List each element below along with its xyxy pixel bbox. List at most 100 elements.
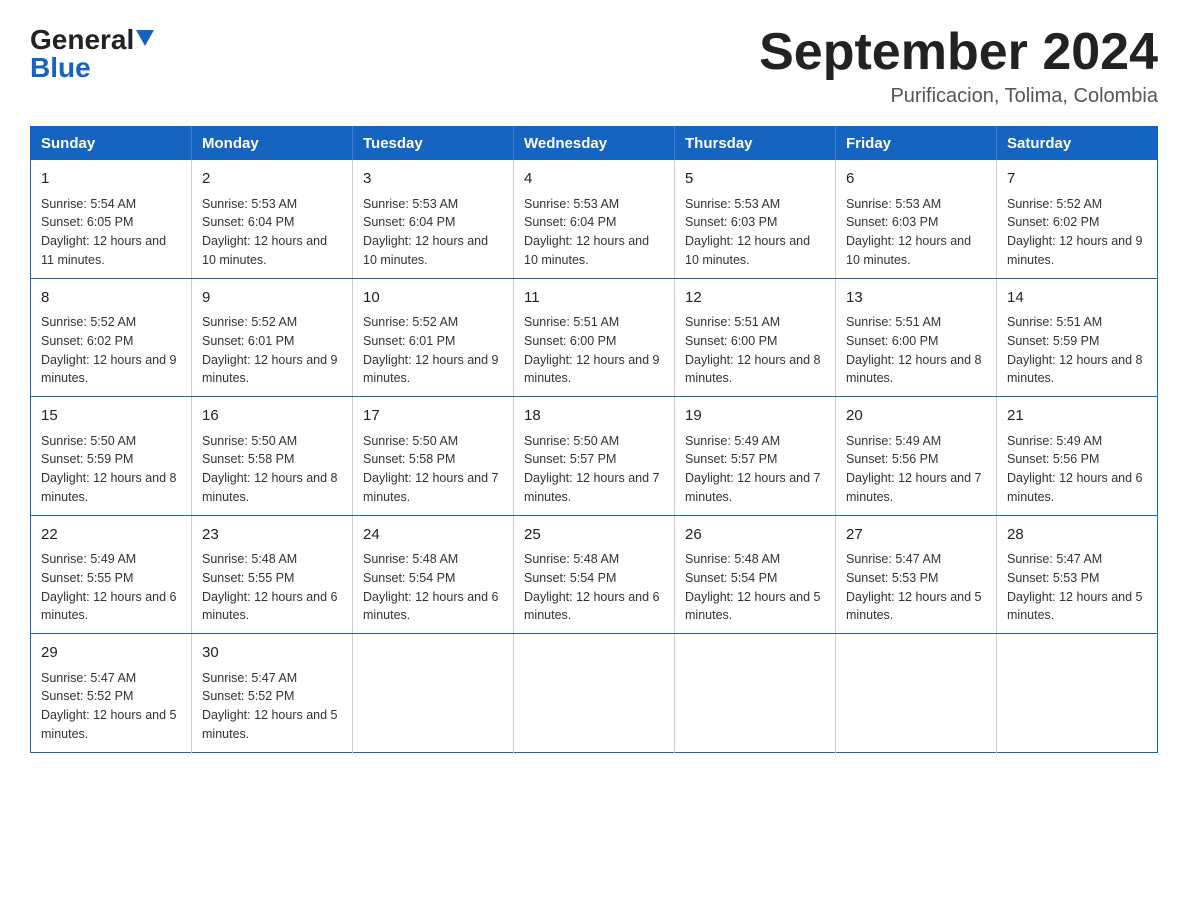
- calendar-cell: 13 Sunrise: 5:51 AMSunset: 6:00 PMDayligh…: [836, 278, 997, 397]
- calendar-cell: 25Sunrise: 5:48 AMSunset: 5:54 PMDayligh…: [514, 515, 675, 634]
- day-number: 17: [363, 405, 503, 428]
- day-number: 30: [202, 642, 342, 665]
- day-info: Sunrise: 5:50 AMSunset: 5:58 PMDaylight:…: [202, 434, 338, 504]
- calendar-cell: 5 Sunrise: 5:53 AMSunset: 6:03 PMDaylight…: [675, 160, 836, 278]
- day-number: 12: [685, 287, 825, 310]
- day-number: 23: [202, 524, 342, 547]
- day-info: Sunrise: 5:48 AMSunset: 5:54 PMDaylight:…: [524, 552, 660, 622]
- calendar-cell: 2Sunrise: 5:53 AMSunset: 6:04 PMDaylight…: [192, 160, 353, 278]
- week-row-3: 15 Sunrise: 5:50 AMSunset: 5:59 PMDayligh…: [31, 397, 1158, 516]
- calendar-cell: 20 Sunrise: 5:49 AMSunset: 5:56 PMDayligh…: [836, 397, 997, 516]
- calendar-cell: 15 Sunrise: 5:50 AMSunset: 5:59 PMDayligh…: [31, 397, 192, 516]
- day-info: Sunrise: 5:52 AMSunset: 6:01 PMDaylight:…: [202, 315, 338, 385]
- day-number: 15: [41, 405, 181, 428]
- day-info: Sunrise: 5:47 AMSunset: 5:52 PMDaylight:…: [202, 671, 338, 741]
- day-info: Sunrise: 5:49 AMSunset: 5:55 PMDaylight:…: [41, 552, 177, 622]
- month-title: September 2024: [759, 24, 1158, 81]
- day-number: 22: [41, 524, 181, 547]
- day-number: 20: [846, 405, 986, 428]
- day-number: 26: [685, 524, 825, 547]
- day-number: 4: [524, 168, 664, 191]
- calendar-cell: [675, 634, 836, 753]
- calendar-cell: 12Sunrise: 5:51 AMSunset: 6:00 PMDayligh…: [675, 278, 836, 397]
- calendar-cell: 10 Sunrise: 5:52 AMSunset: 6:01 PMDayligh…: [353, 278, 514, 397]
- calendar-cell: [836, 634, 997, 753]
- day-info: Sunrise: 5:51 AMSunset: 6:00 PMDaylight:…: [524, 315, 660, 385]
- day-number: 8: [41, 287, 181, 310]
- day-info: Sunrise: 5:52 AMSunset: 6:02 PMDaylight:…: [41, 315, 177, 385]
- day-info: Sunrise: 5:53 AMSunset: 6:03 PMDaylight:…: [685, 197, 810, 267]
- day-number: 13: [846, 287, 986, 310]
- day-number: 1: [41, 168, 181, 191]
- day-info: Sunrise: 5:51 AMSunset: 5:59 PMDaylight:…: [1007, 315, 1143, 385]
- calendar-cell: 23Sunrise: 5:48 AMSunset: 5:55 PMDayligh…: [192, 515, 353, 634]
- page-header: General Blue September 2024 Purificacion…: [30, 24, 1158, 108]
- calendar-cell: 7 Sunrise: 5:52 AMSunset: 6:02 PMDaylight…: [997, 160, 1158, 278]
- calendar-cell: 22 Sunrise: 5:49 AMSunset: 5:55 PMDayligh…: [31, 515, 192, 634]
- day-number: 18: [524, 405, 664, 428]
- calendar-cell: 3 Sunrise: 5:53 AMSunset: 6:04 PMDaylight…: [353, 160, 514, 278]
- title-area: September 2024 Purificacion, Tolima, Col…: [759, 24, 1158, 108]
- day-info: Sunrise: 5:47 AMSunset: 5:53 PMDaylight:…: [846, 552, 982, 622]
- day-number: 19: [685, 405, 825, 428]
- day-info: Sunrise: 5:51 AMSunset: 6:00 PMDaylight:…: [846, 315, 982, 385]
- calendar-cell: 14 Sunrise: 5:51 AMSunset: 5:59 PMDayligh…: [997, 278, 1158, 397]
- calendar-cell: 21Sunrise: 5:49 AMSunset: 5:56 PMDayligh…: [997, 397, 1158, 516]
- day-number: 28: [1007, 524, 1147, 547]
- weekday-header-sunday: Sunday: [31, 127, 192, 161]
- week-row-1: 1 Sunrise: 5:54 AMSunset: 6:05 PMDaylight…: [31, 160, 1158, 278]
- day-number: 14: [1007, 287, 1147, 310]
- week-row-5: 29 Sunrise: 5:47 AMSunset: 5:52 PMDayligh…: [31, 634, 1158, 753]
- logo: General Blue: [30, 24, 154, 84]
- calendar-cell: 18 Sunrise: 5:50 AMSunset: 5:57 PMDayligh…: [514, 397, 675, 516]
- day-info: Sunrise: 5:48 AMSunset: 5:54 PMDaylight:…: [363, 552, 499, 622]
- weekday-header-monday: Monday: [192, 127, 353, 161]
- calendar-table: SundayMondayTuesdayWednesdayThursdayFrid…: [30, 126, 1158, 753]
- calendar-cell: 16 Sunrise: 5:50 AMSunset: 5:58 PMDayligh…: [192, 397, 353, 516]
- calendar-cell: 30 Sunrise: 5:47 AMSunset: 5:52 PMDayligh…: [192, 634, 353, 753]
- day-info: Sunrise: 5:53 AMSunset: 6:04 PMDaylight:…: [524, 197, 649, 267]
- day-number: 5: [685, 168, 825, 191]
- day-number: 6: [846, 168, 986, 191]
- calendar-cell: 19Sunrise: 5:49 AMSunset: 5:57 PMDayligh…: [675, 397, 836, 516]
- day-number: 24: [363, 524, 503, 547]
- day-number: 16: [202, 405, 342, 428]
- day-number: 9: [202, 287, 342, 310]
- calendar-cell: 8 Sunrise: 5:52 AMSunset: 6:02 PMDaylight…: [31, 278, 192, 397]
- calendar-cell: 11 Sunrise: 5:51 AMSunset: 6:00 PMDayligh…: [514, 278, 675, 397]
- day-number: 27: [846, 524, 986, 547]
- calendar-cell: 4 Sunrise: 5:53 AMSunset: 6:04 PMDaylight…: [514, 160, 675, 278]
- day-info: Sunrise: 5:53 AMSunset: 6:03 PMDaylight:…: [846, 197, 971, 267]
- day-info: Sunrise: 5:49 AMSunset: 5:56 PMDaylight:…: [846, 434, 982, 504]
- day-info: Sunrise: 5:50 AMSunset: 5:57 PMDaylight:…: [524, 434, 660, 504]
- weekday-header-saturday: Saturday: [997, 127, 1158, 161]
- weekday-header-friday: Friday: [836, 127, 997, 161]
- day-number: 2: [202, 168, 342, 191]
- weekday-header-tuesday: Tuesday: [353, 127, 514, 161]
- week-row-4: 22 Sunrise: 5:49 AMSunset: 5:55 PMDayligh…: [31, 515, 1158, 634]
- day-info: Sunrise: 5:53 AMSunset: 6:04 PMDaylight:…: [363, 197, 488, 267]
- day-number: 3: [363, 168, 503, 191]
- day-info: Sunrise: 5:52 AMSunset: 6:02 PMDaylight:…: [1007, 197, 1143, 267]
- day-info: Sunrise: 5:48 AMSunset: 5:54 PMDaylight:…: [685, 552, 821, 622]
- calendar-cell: [997, 634, 1158, 753]
- day-info: Sunrise: 5:52 AMSunset: 6:01 PMDaylight:…: [363, 315, 499, 385]
- calendar-cell: 1 Sunrise: 5:54 AMSunset: 6:05 PMDaylight…: [31, 160, 192, 278]
- calendar-cell: 28Sunrise: 5:47 AMSunset: 5:53 PMDayligh…: [997, 515, 1158, 634]
- calendar-cell: 26 Sunrise: 5:48 AMSunset: 5:54 PMDayligh…: [675, 515, 836, 634]
- week-row-2: 8 Sunrise: 5:52 AMSunset: 6:02 PMDaylight…: [31, 278, 1158, 397]
- calendar-cell: 6 Sunrise: 5:53 AMSunset: 6:03 PMDaylight…: [836, 160, 997, 278]
- day-info: Sunrise: 5:54 AMSunset: 6:05 PMDaylight:…: [41, 197, 166, 267]
- weekday-header-row: SundayMondayTuesdayWednesdayThursdayFrid…: [31, 127, 1158, 161]
- day-number: 29: [41, 642, 181, 665]
- day-info: Sunrise: 5:50 AMSunset: 5:59 PMDaylight:…: [41, 434, 177, 504]
- location-subtitle: Purificacion, Tolima, Colombia: [759, 85, 1158, 108]
- day-number: 7: [1007, 168, 1147, 191]
- day-info: Sunrise: 5:47 AMSunset: 5:52 PMDaylight:…: [41, 671, 177, 741]
- logo-arrow-icon: [136, 30, 154, 48]
- day-number: 11: [524, 287, 664, 310]
- day-number: 10: [363, 287, 503, 310]
- calendar-cell: [353, 634, 514, 753]
- logo-blue-text: Blue: [30, 52, 91, 84]
- calendar-cell: 24 Sunrise: 5:48 AMSunset: 5:54 PMDayligh…: [353, 515, 514, 634]
